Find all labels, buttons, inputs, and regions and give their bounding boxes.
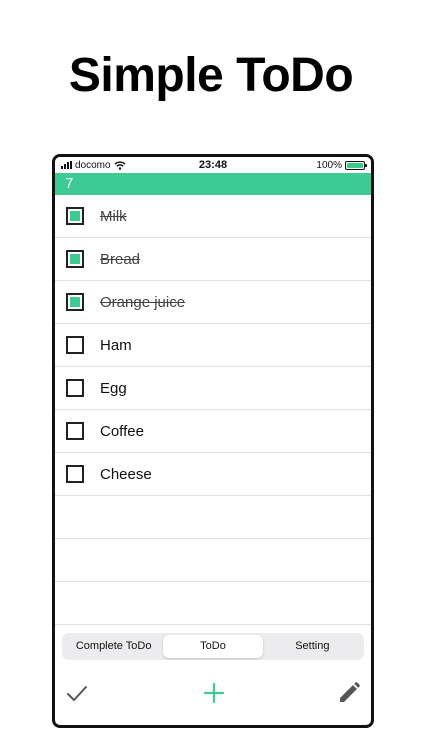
todo-checkbox[interactable] (66, 336, 84, 354)
headline: Simple ToDo (68, 49, 354, 102)
status-bar: docomo 23:48 100% (55, 157, 371, 173)
todo-row (55, 582, 371, 625)
checked-mark (70, 297, 80, 307)
tab-segmented-control: Complete ToDo ToDo Setting (62, 633, 364, 660)
todo-label: Ham (100, 336, 132, 354)
todo-checkbox[interactable] (66, 422, 84, 440)
status-right: 100% (255, 159, 367, 171)
todo-row (55, 496, 371, 539)
todo-checkbox[interactable] (66, 207, 84, 225)
pencil-icon (340, 682, 360, 702)
todo-label: Orange juice (100, 293, 186, 311)
wifi-icon (114, 160, 126, 170)
todo-row[interactable]: Orange juice (55, 281, 371, 324)
carrier-label: docomo (75, 159, 111, 171)
todo-checkbox[interactable] (66, 293, 84, 311)
todo-row[interactable]: Egg (55, 367, 371, 410)
todo-row[interactable]: Ham (55, 324, 371, 367)
todo-checkbox[interactable] (66, 379, 84, 397)
plus-icon (203, 682, 225, 704)
todo-row[interactable]: Coffee (55, 410, 371, 453)
todo-label: Coffee (100, 422, 144, 440)
todo-count-header: 7 (55, 173, 371, 195)
bottom-toolbar (55, 675, 371, 711)
status-time: 23:48 (198, 159, 228, 171)
todo-checkbox[interactable] (66, 465, 84, 483)
battery-icon (344, 160, 367, 170)
todo-label: Egg (100, 379, 127, 397)
add-todo-button[interactable] (200, 679, 228, 707)
tab-todo[interactable]: ToDo (163, 635, 263, 658)
status-left: docomo (61, 160, 171, 171)
todo-row[interactable]: Milk (55, 195, 371, 238)
todo-label: Cheese (100, 465, 152, 483)
todo-list: Milk Bread Orange juice Ham Egg Coffee Cheese (55, 195, 371, 625)
signal-icon (61, 161, 72, 169)
complete-button[interactable] (63, 679, 91, 707)
todo-label: Bread (100, 250, 141, 268)
edit-button[interactable] (335, 679, 363, 707)
phone-frame: docomo 23:48 100% 7 Milk Bread Orange juic… (52, 154, 374, 728)
checked-mark (70, 254, 80, 264)
todo-label: Milk (100, 207, 127, 225)
tab-setting[interactable]: Setting (263, 635, 362, 658)
battery-percent: 100% (316, 159, 342, 171)
todo-row[interactable]: Bread (55, 238, 371, 281)
tab-complete-todo[interactable]: Complete ToDo (64, 635, 163, 658)
todo-checkbox[interactable] (66, 250, 84, 268)
checkmark-icon (67, 686, 87, 701)
todo-row[interactable]: Cheese (55, 453, 371, 496)
todo-row (55, 539, 371, 582)
checked-mark (70, 211, 80, 221)
